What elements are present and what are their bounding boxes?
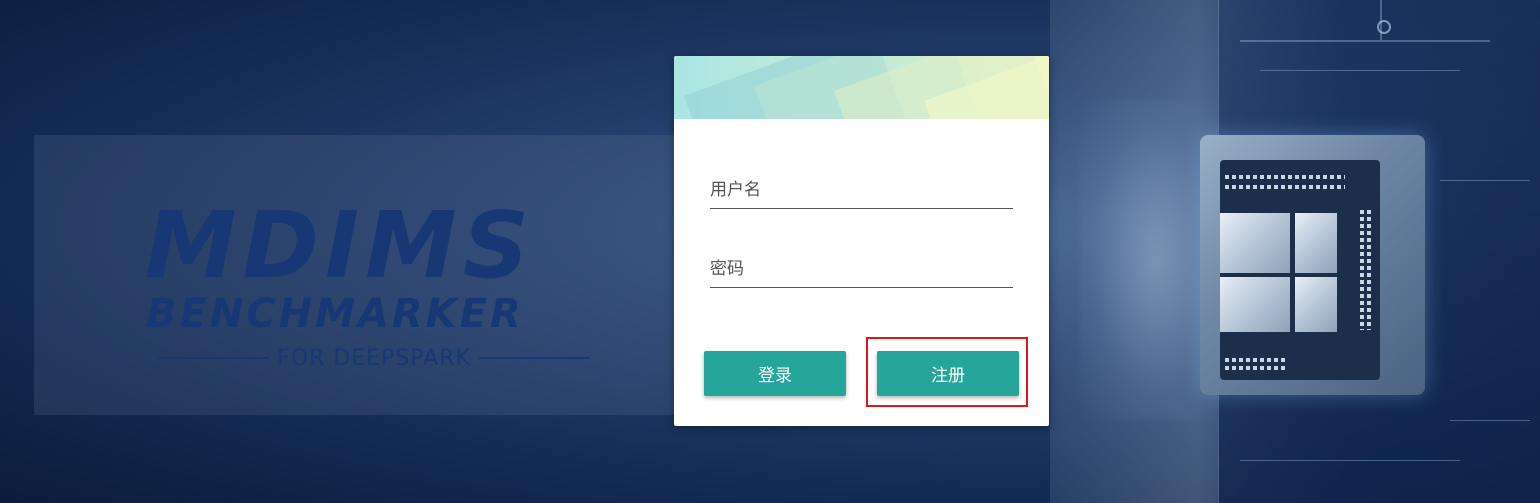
username-input[interactable]	[710, 176, 1013, 204]
register-highlight	[866, 337, 1028, 407]
logo-subtitle: BENCHMARKER	[146, 291, 524, 337]
chip-die	[1295, 277, 1337, 332]
password-field	[710, 251, 1013, 288]
chip-pads	[1367, 210, 1371, 330]
logo-tagline-row: FOR DEEPSPARK	[158, 343, 591, 373]
logo-title: MDIMS	[145, 192, 535, 299]
logo-tagline: FOR DEEPSPARK	[277, 345, 471, 371]
circuit-trace	[1240, 460, 1460, 461]
chip-die	[1295, 213, 1337, 273]
chip-pads	[1225, 366, 1285, 370]
chip-die	[1220, 277, 1290, 332]
login-button[interactable]: 登录	[704, 351, 846, 396]
circuit-trace	[1260, 70, 1460, 71]
chip-pads	[1225, 185, 1345, 189]
card-header-banner	[674, 56, 1049, 119]
username-field	[710, 172, 1013, 209]
circuit-trace	[1450, 420, 1530, 421]
circuit-trace	[1440, 180, 1530, 181]
chip-die	[1220, 213, 1290, 273]
password-input[interactable]	[710, 255, 1013, 283]
logo-divider-right	[478, 357, 591, 359]
logo-divider-left	[158, 357, 270, 359]
chip-pads	[1225, 358, 1285, 362]
chip-pads	[1225, 175, 1345, 179]
chip-pads	[1360, 210, 1364, 330]
circuit-node	[1377, 20, 1391, 34]
circuit-trace	[1240, 40, 1490, 42]
